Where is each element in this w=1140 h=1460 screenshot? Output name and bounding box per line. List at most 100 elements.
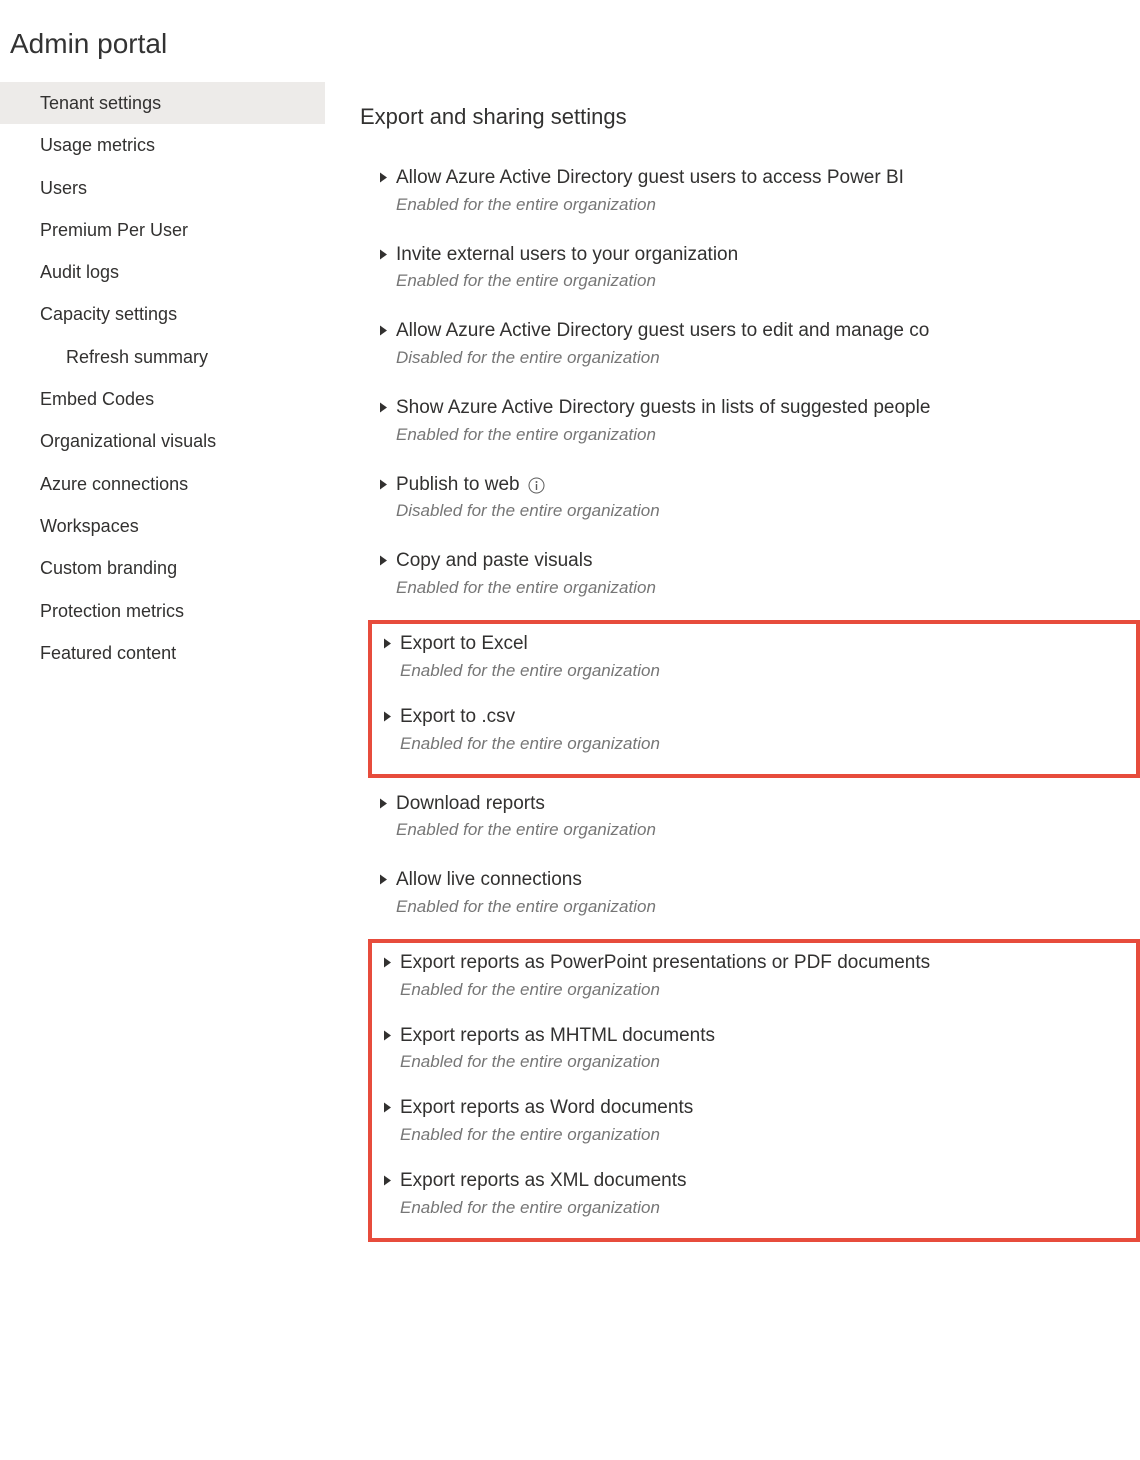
- setting-row-allow-live-connections[interactable]: Allow live connections Enabled for the en…: [368, 862, 1140, 935]
- setting-row-export-reports-as-mhtml-documents[interactable]: Export reports as MHTML documents Enabled…: [372, 1018, 1136, 1091]
- setting-row-export-reports-as-xml-documents[interactable]: Export reports as XML documents Enabled f…: [372, 1163, 1136, 1236]
- setting-body: Export to .csv Enabled for the entire org…: [398, 705, 1132, 754]
- expand-caret-icon[interactable]: [372, 396, 394, 413]
- expand-caret-icon[interactable]: [376, 632, 398, 649]
- page-title: Admin portal: [0, 0, 1140, 82]
- expand-caret-icon[interactable]: [372, 319, 394, 336]
- setting-row-show-azure-active-directory-guests-in-li[interactable]: Show Azure Active Directory guests in li…: [368, 390, 1140, 463]
- setting-title-text: Export reports as XML documents: [400, 1169, 687, 1194]
- setting-status: Enabled for the entire organization: [396, 271, 1136, 291]
- sidebar-item-embed-codes[interactable]: Embed Codes: [0, 378, 325, 420]
- sidebar-item-audit-logs[interactable]: Audit logs: [0, 251, 325, 293]
- setting-title-text: Allow Azure Active Directory guest users…: [396, 166, 904, 191]
- setting-status: Enabled for the entire organization: [400, 1125, 1132, 1145]
- expand-caret-icon[interactable]: [372, 166, 394, 183]
- main-content: Export and sharing settings Allow Azure …: [325, 82, 1140, 1250]
- setting-title: Copy and paste visuals: [396, 549, 1136, 574]
- sidebar-item-organizational-visuals[interactable]: Organizational visuals: [0, 420, 325, 462]
- setting-row-allow-azure-active-directory-guest-users[interactable]: Allow Azure Active Directory guest users…: [368, 160, 1140, 233]
- setting-title-text: Export to Excel: [400, 632, 528, 657]
- setting-status: Enabled for the entire organization: [396, 897, 1136, 917]
- setting-status: Enabled for the entire organization: [400, 1198, 1132, 1218]
- setting-status: Enabled for the entire organization: [400, 734, 1132, 754]
- setting-title: Allow Azure Active Directory guest users…: [396, 166, 1136, 191]
- setting-body: Allow Azure Active Directory guest users…: [394, 319, 1136, 368]
- setting-status: Enabled for the entire organization: [400, 980, 1132, 1000]
- sidebar-item-featured-content[interactable]: Featured content: [0, 632, 325, 674]
- setting-title-text: Export reports as Word documents: [400, 1096, 693, 1121]
- sidebar-item-workspaces[interactable]: Workspaces: [0, 505, 325, 547]
- setting-title-text: Export reports as MHTML documents: [400, 1024, 715, 1049]
- setting-title: Allow Azure Active Directory guest users…: [396, 319, 1136, 344]
- setting-title: Export reports as Word documents: [400, 1096, 1132, 1121]
- expand-caret-icon[interactable]: [372, 243, 394, 260]
- setting-status: Enabled for the entire organization: [396, 195, 1136, 215]
- setting-title: Publish to web: [396, 473, 1136, 498]
- setting-body: Invite external users to your organizati…: [394, 243, 1136, 292]
- info-icon[interactable]: [528, 477, 545, 494]
- setting-row-export-to-csv[interactable]: Export to .csv Enabled for the entire org…: [372, 699, 1136, 772]
- sidebar-item-tenant-settings[interactable]: Tenant settings: [0, 82, 325, 124]
- settings-list: Allow Azure Active Directory guest users…: [360, 160, 1140, 1242]
- setting-status: Enabled for the entire organization: [396, 578, 1136, 598]
- sidebar-item-capacity-settings[interactable]: Capacity settings: [0, 293, 325, 335]
- setting-body: Publish to webDisabled for the entire or…: [394, 473, 1136, 522]
- sidebar-item-premium-per-user[interactable]: Premium Per User: [0, 209, 325, 251]
- highlight-group-1: Export to Excel Enabled for the entire or…: [368, 620, 1140, 777]
- setting-title: Export reports as PowerPoint presentatio…: [400, 951, 1132, 976]
- expand-caret-icon[interactable]: [376, 1096, 398, 1113]
- expand-caret-icon[interactable]: [372, 868, 394, 885]
- setting-title: Export reports as MHTML documents: [400, 1024, 1132, 1049]
- sidebar-item-users[interactable]: Users: [0, 167, 325, 209]
- setting-row-invite-external-users-to-your-organizati[interactable]: Invite external users to your organizati…: [368, 237, 1140, 310]
- expand-caret-icon[interactable]: [372, 549, 394, 566]
- setting-title: Download reports: [396, 792, 1136, 817]
- expand-caret-icon[interactable]: [372, 792, 394, 809]
- sidebar-item-usage-metrics[interactable]: Usage metrics: [0, 124, 325, 166]
- setting-title: Allow live connections: [396, 868, 1136, 893]
- setting-body: Allow live connections Enabled for the en…: [394, 868, 1136, 917]
- setting-row-download-reports[interactable]: Download reports Enabled for the entire o…: [368, 786, 1140, 859]
- expand-caret-icon[interactable]: [372, 473, 394, 490]
- setting-title-text: Export to .csv: [400, 705, 515, 730]
- expand-caret-icon[interactable]: [376, 1169, 398, 1186]
- setting-body: Show Azure Active Directory guests in li…: [394, 396, 1136, 445]
- setting-body: Export reports as PowerPoint presentatio…: [398, 951, 1132, 1000]
- sidebar-item-protection-metrics[interactable]: Protection metrics: [0, 590, 325, 632]
- setting-body: Export reports as Word documents Enabled …: [398, 1096, 1132, 1145]
- setting-status: Enabled for the entire organization: [400, 661, 1132, 681]
- setting-title: Export reports as XML documents: [400, 1169, 1132, 1194]
- expand-caret-icon[interactable]: [376, 705, 398, 722]
- setting-status: Enabled for the entire organization: [396, 425, 1136, 445]
- expand-caret-icon[interactable]: [376, 951, 398, 968]
- sidebar-item-custom-branding[interactable]: Custom branding: [0, 547, 325, 589]
- setting-body: Export to Excel Enabled for the entire or…: [398, 632, 1132, 681]
- sidebar-item-refresh-summary[interactable]: Refresh summary: [0, 336, 325, 378]
- setting-title: Invite external users to your organizati…: [396, 243, 1136, 268]
- setting-row-export-reports-as-word-documents[interactable]: Export reports as Word documents Enabled …: [372, 1090, 1136, 1163]
- setting-title-text: Allow Azure Active Directory guest users…: [396, 319, 929, 344]
- layout: Tenant settingsUsage metricsUsersPremium…: [0, 82, 1140, 1250]
- setting-row-export-reports-as-powerpoint-presentatio[interactable]: Export reports as PowerPoint presentatio…: [372, 945, 1136, 1018]
- setting-row-export-to-excel[interactable]: Export to Excel Enabled for the entire or…: [372, 626, 1136, 699]
- setting-title-text: Download reports: [396, 792, 545, 817]
- setting-title-text: Allow live connections: [396, 868, 582, 893]
- setting-status: Enabled for the entire organization: [400, 1052, 1132, 1072]
- setting-row-copy-and-paste-visuals[interactable]: Copy and paste visuals Enabled for the en…: [368, 543, 1140, 616]
- setting-row-allow-azure-active-directory-guest-users[interactable]: Allow Azure Active Directory guest users…: [368, 313, 1140, 386]
- expand-caret-icon[interactable]: [376, 1024, 398, 1041]
- highlight-group-2: Export reports as PowerPoint presentatio…: [368, 939, 1140, 1242]
- sidebar: Tenant settingsUsage metricsUsersPremium…: [0, 82, 325, 1250]
- setting-title-text: Publish to web: [396, 473, 520, 498]
- setting-title-text: Copy and paste visuals: [396, 549, 592, 574]
- setting-body: Download reports Enabled for the entire o…: [394, 792, 1136, 841]
- setting-title-text: Export reports as PowerPoint presentatio…: [400, 951, 930, 976]
- setting-body: Export reports as MHTML documents Enabled…: [398, 1024, 1132, 1073]
- setting-title: Export to .csv: [400, 705, 1132, 730]
- setting-title: Export to Excel: [400, 632, 1132, 657]
- setting-body: Export reports as XML documents Enabled f…: [398, 1169, 1132, 1218]
- section-heading: Export and sharing settings: [360, 104, 1140, 130]
- sidebar-item-azure-connections[interactable]: Azure connections: [0, 463, 325, 505]
- setting-row-publish-to-web[interactable]: Publish to webDisabled for the entire or…: [368, 467, 1140, 540]
- setting-status: Enabled for the entire organization: [396, 820, 1136, 840]
